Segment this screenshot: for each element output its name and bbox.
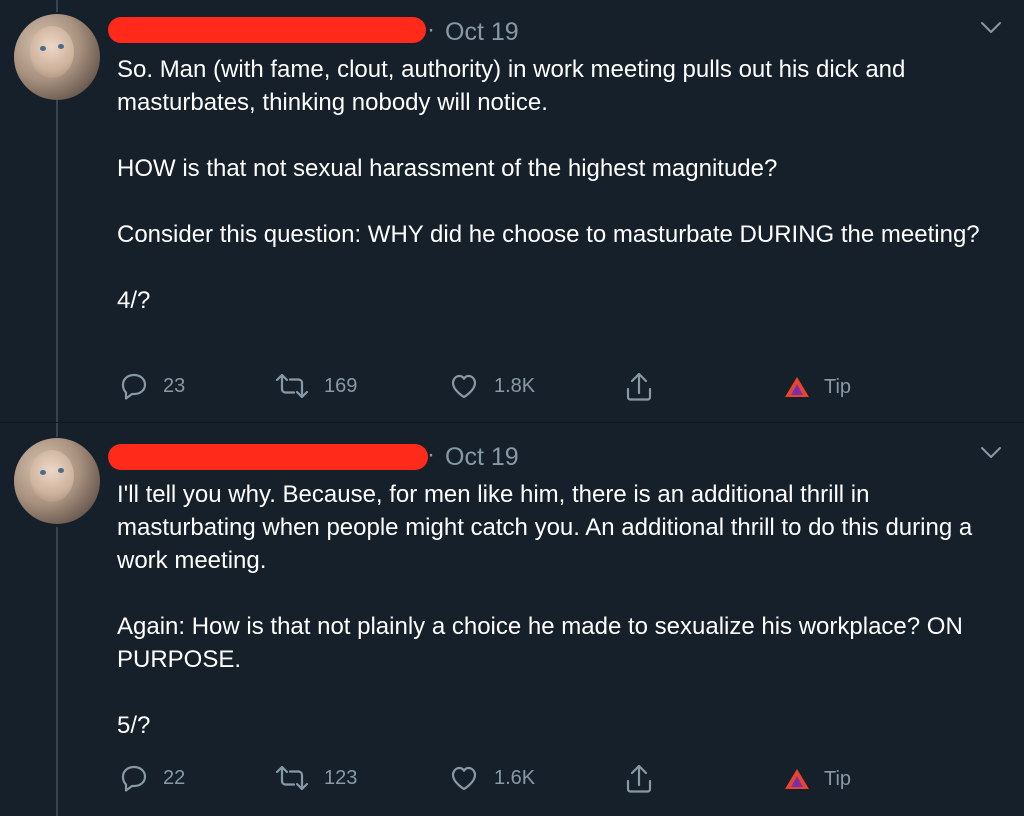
tweet[interactable]: · Oct 19 So. Man (with fame, clout, auth… — [0, 0, 1024, 422]
tweet-text: I'll tell you why. Because, for men like… — [117, 478, 997, 742]
tweet-paragraph: HOW is that not sexual harassment of the… — [117, 155, 778, 182]
separator-dot: · — [427, 441, 435, 468]
heart-icon — [451, 766, 477, 791]
tweet-paragraph: 5/? — [117, 712, 151, 739]
tweet[interactable]: · Oct 19 I'll tell you why. Because, for… — [0, 422, 1024, 816]
like-count: 1.8K — [494, 374, 536, 397]
tweet-date[interactable]: Oct 19 — [445, 18, 519, 47]
tweet-paragraph: So. Man (with fame, clout, authority) in… — [117, 56, 906, 116]
retweet-count: 123 — [324, 766, 358, 789]
reply-count: 23 — [163, 374, 186, 397]
avatar[interactable] — [14, 14, 100, 100]
retweet-count: 169 — [324, 374, 358, 397]
chevron-down-icon[interactable] — [980, 21, 1002, 35]
retweet-icon — [275, 373, 309, 399]
share-button[interactable] — [624, 371, 654, 403]
thread-line — [56, 527, 58, 816]
thread-line-top — [56, 0, 58, 12]
reply-icon — [121, 765, 147, 792]
tip-label: Tip — [824, 375, 852, 398]
share-button[interactable] — [624, 763, 654, 795]
tip-label: Tip — [824, 767, 852, 790]
thread-line — [56, 100, 58, 422]
redacted-username — [108, 444, 428, 470]
retweet-icon — [275, 765, 309, 791]
tweet-paragraph: 4/? — [117, 287, 151, 314]
retweet-button[interactable]: 123 — [274, 763, 357, 793]
tip-icon — [785, 377, 809, 397]
tip-button[interactable]: Tip — [784, 375, 851, 399]
reply-icon — [121, 373, 147, 400]
separator-dot: · — [427, 16, 435, 43]
tweet-paragraph: Consider this question: WHY did he choos… — [117, 221, 980, 248]
redacted-username — [108, 17, 426, 43]
tweet-text: So. Man (with fame, clout, authority) in… — [117, 53, 997, 317]
tweet-paragraph: Again: How is that not plainly a choice … — [117, 613, 963, 673]
thread-line-top — [56, 423, 58, 437]
avatar[interactable] — [14, 438, 100, 524]
reply-button[interactable]: 23 — [119, 371, 185, 401]
share-icon — [626, 764, 652, 793]
tweet-date[interactable]: Oct 19 — [445, 443, 519, 472]
share-icon — [626, 372, 652, 401]
tip-button[interactable]: Tip — [784, 767, 851, 791]
retweet-button[interactable]: 169 — [274, 371, 357, 401]
chevron-down-icon[interactable] — [980, 446, 1002, 460]
tip-icon — [785, 769, 809, 789]
like-button[interactable]: 1.8K — [448, 371, 535, 401]
like-button[interactable]: 1.6K — [448, 763, 535, 793]
reply-count: 22 — [163, 766, 186, 789]
tweet-paragraph: I'll tell you why. Because, for men like… — [117, 481, 973, 574]
heart-icon — [451, 374, 477, 399]
reply-button[interactable]: 22 — [119, 763, 185, 793]
like-count: 1.6K — [494, 766, 536, 789]
